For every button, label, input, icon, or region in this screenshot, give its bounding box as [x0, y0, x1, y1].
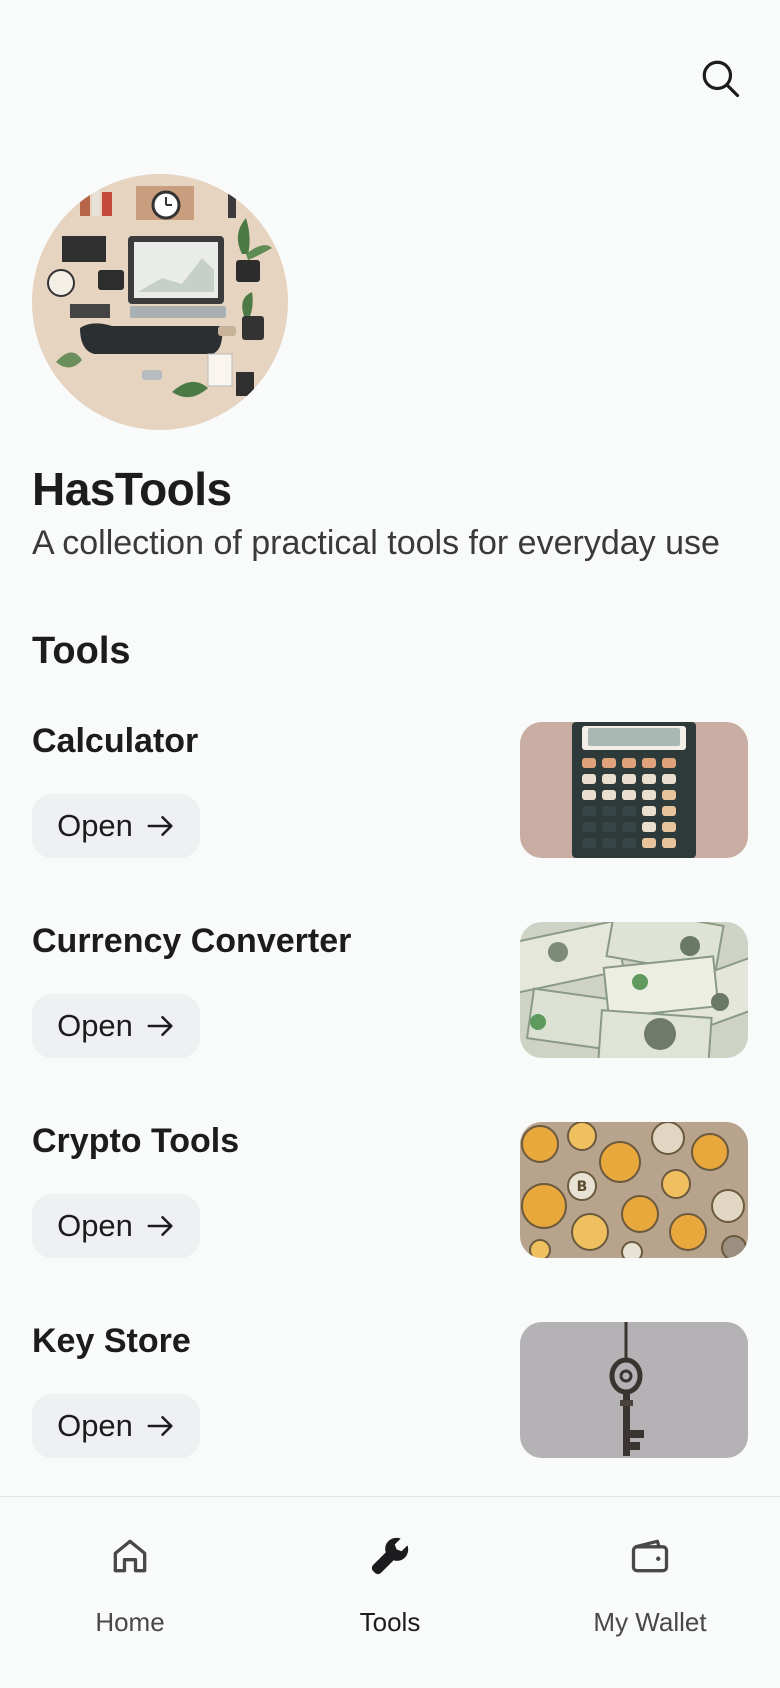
home-icon	[113, 1539, 147, 1573]
open-button-label: Open	[57, 1208, 133, 1243]
bottom-nav: Home Tools My Wallet	[0, 1496, 780, 1688]
nav-label-my-wallet: My Wallet	[593, 1607, 707, 1637]
nav-item-my-wallet[interactable]: My Wallet	[520, 1497, 780, 1688]
search-button[interactable]	[694, 52, 746, 104]
open-crypto-tools-button[interactable]: Open	[32, 1194, 200, 1258]
wallet-icon	[631, 1539, 669, 1573]
tools-section-title: Tools	[32, 630, 131, 672]
open-calculator-button[interactable]: Open	[32, 794, 200, 858]
nav-label-tools: Tools	[359, 1607, 421, 1637]
nav-item-tools[interactable]: Tools	[260, 1497, 520, 1688]
tool-name: Key Store	[32, 1322, 191, 1360]
tool-row-key-store: Key Store Open	[32, 1322, 748, 1462]
nav-label-home: Home	[95, 1607, 165, 1637]
arrow-right-icon	[147, 816, 173, 836]
open-button-label: Open	[57, 808, 133, 843]
open-currency-converter-button[interactable]: Open	[32, 994, 200, 1058]
arrow-right-icon	[147, 1216, 173, 1236]
open-key-store-button[interactable]: Open	[32, 1394, 200, 1458]
vintage-key-image	[520, 1322, 748, 1458]
open-button-label: Open	[57, 1408, 133, 1443]
app-title: HasTools	[32, 463, 232, 515]
app-avatar	[32, 174, 288, 430]
tool-row-calculator: Calculator Open	[32, 722, 748, 862]
tool-name: Crypto Tools	[32, 1122, 240, 1160]
calculator-image	[520, 722, 748, 858]
svg-text:B: B	[577, 1179, 588, 1195]
tool-row-crypto-tools: Crypto Tools Open B	[32, 1122, 748, 1262]
tool-name: Calculator	[32, 722, 199, 760]
nav-item-home[interactable]: Home	[0, 1497, 260, 1688]
wrench-icon	[371, 1537, 409, 1575]
search-icon	[702, 60, 740, 98]
tool-row-currency-converter: Currency Converter Open	[32, 922, 748, 1062]
crypto-coins-image: B	[520, 1122, 748, 1258]
currency-image	[520, 922, 748, 1058]
arrow-right-icon	[147, 1416, 173, 1436]
tool-name: Currency Converter	[32, 922, 352, 960]
open-button-label: Open	[57, 1008, 133, 1043]
app-subtitle: A collection of practical tools for ever…	[32, 524, 720, 562]
arrow-right-icon	[147, 1016, 173, 1036]
